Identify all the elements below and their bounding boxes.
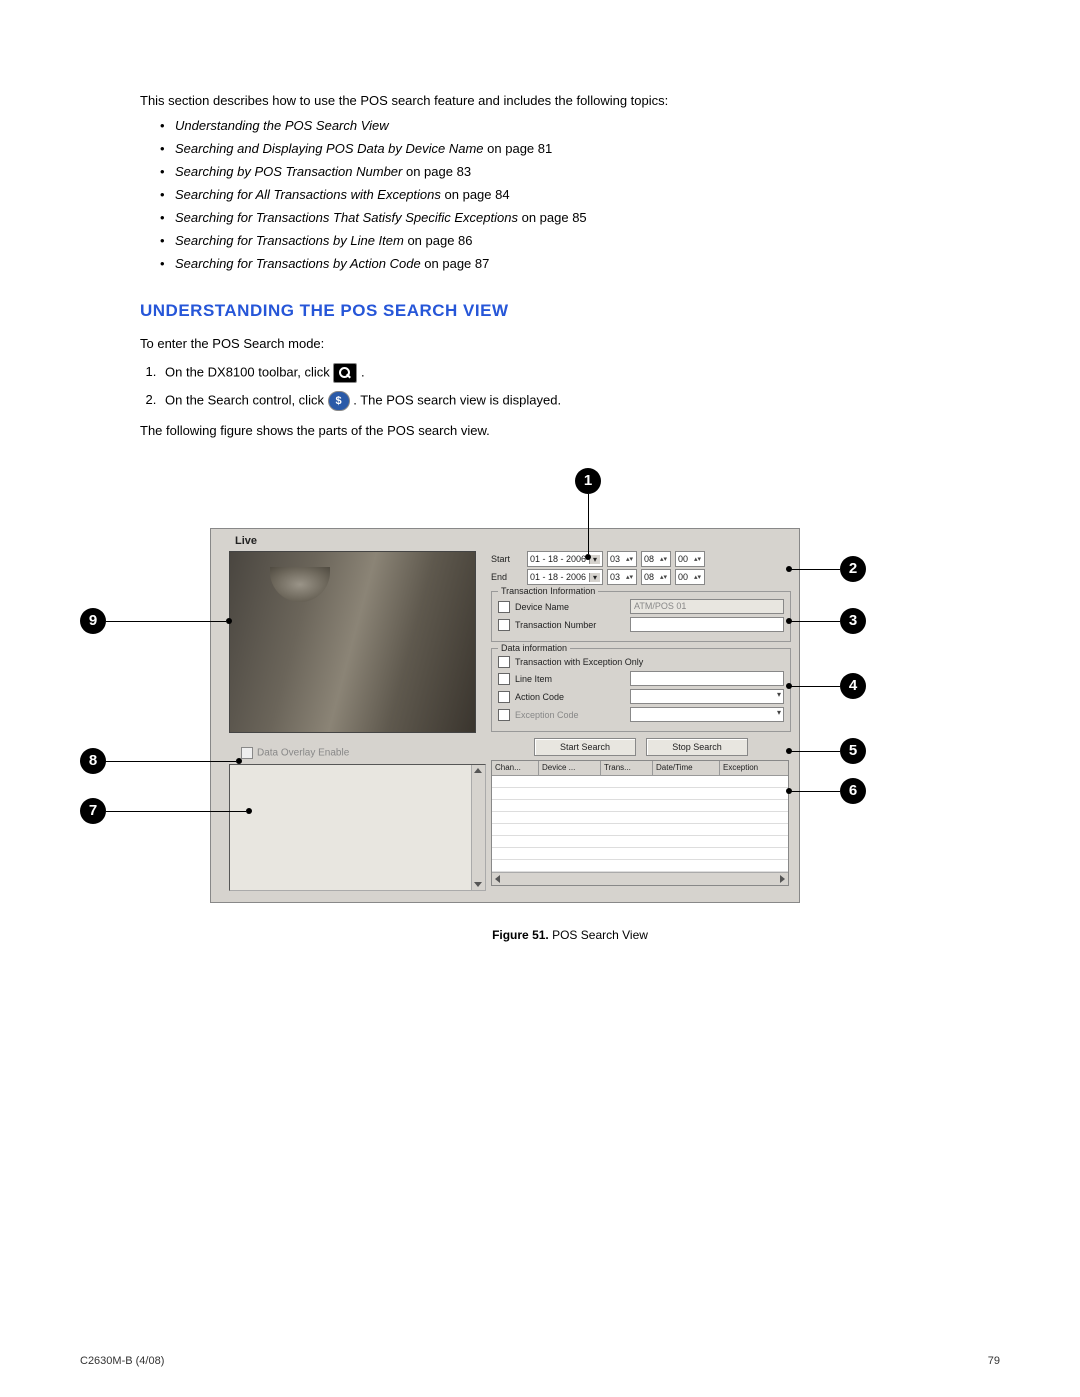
action-code-row: Action Code xyxy=(498,689,784,704)
footer-doc-id: C2630M-B (4/08) xyxy=(80,1355,164,1367)
callout-dot xyxy=(246,808,252,814)
callout-lead xyxy=(790,621,840,622)
action-code-dropdown[interactable] xyxy=(630,689,784,704)
topic-item: Searching for All Transactions with Exce… xyxy=(160,187,1000,202)
topic-item: Searching for Transactions by Action Cod… xyxy=(160,256,1000,271)
second-spinner[interactable]: 00▴▾ xyxy=(675,551,705,567)
callout-dot xyxy=(585,554,591,560)
callout-lead xyxy=(790,686,840,687)
transaction-number-checkbox[interactable] xyxy=(498,619,510,631)
callout-lead xyxy=(790,791,840,792)
section-heading: UNDERSTANDING THE POS SEARCH VIEW xyxy=(140,301,1000,321)
figure-pos-search-view: 9 8 7 1 2 3 4 5 6 Live xyxy=(70,468,940,908)
callout-9: 9 xyxy=(80,608,106,634)
action-code-checkbox[interactable] xyxy=(498,691,510,703)
exception-code-dropdown[interactable] xyxy=(630,707,784,722)
minute-spinner[interactable]: 08▴▾ xyxy=(641,569,671,585)
button-row: Start Search Stop Search xyxy=(491,738,791,756)
callout-4: 4 xyxy=(840,673,866,699)
results-table: Chan... Device ... Trans... Date/Time Ex… xyxy=(491,760,789,886)
callout-3: 3 xyxy=(840,608,866,634)
minute-spinner[interactable]: 08▴▾ xyxy=(641,551,671,567)
stop-search-button[interactable]: Stop Search xyxy=(646,738,748,756)
callout-dot xyxy=(786,566,792,572)
transaction-number-row: Transaction Number xyxy=(498,617,784,632)
col-device[interactable]: Device ... xyxy=(539,761,601,775)
text-pane xyxy=(229,764,486,891)
callout-dot xyxy=(786,748,792,754)
exception-code-row: Exception Code xyxy=(498,707,784,722)
app-window: Live Data Overlay Enable Start 01 - 18 -… xyxy=(210,528,800,903)
col-trans[interactable]: Trans... xyxy=(601,761,653,775)
topic-item: Understanding the POS Search View xyxy=(160,118,1000,133)
callout-6: 6 xyxy=(840,778,866,804)
topic-item: Searching by POS Transaction Number on p… xyxy=(160,164,1000,179)
device-name-field[interactable]: ATM/POS 01 xyxy=(630,599,784,614)
callout-lead xyxy=(106,811,246,812)
callout-5: 5 xyxy=(840,738,866,764)
checkbox-icon xyxy=(241,747,253,759)
step-1: On the DX8100 toolbar, click . xyxy=(160,363,1000,383)
exception-only-checkbox[interactable] xyxy=(498,656,510,668)
callout-7: 7 xyxy=(80,798,106,824)
figure-caption: Figure 51. POS Search View xyxy=(140,928,1000,942)
callout-dot xyxy=(226,618,232,624)
device-name-checkbox[interactable] xyxy=(498,601,510,613)
search-controls-panel: Start 01 - 18 - 2006▾ 03▴▾ 08▴▾ 00▴▾ End… xyxy=(491,549,791,886)
topic-item: Searching and Displaying POS Data by Dev… xyxy=(160,141,1000,156)
callout-8: 8 xyxy=(80,748,106,774)
line-item-field[interactable] xyxy=(630,671,784,686)
live-label: Live xyxy=(235,535,257,547)
start-date-row: Start 01 - 18 - 2006▾ 03▴▾ 08▴▾ 00▴▾ xyxy=(491,551,791,567)
end-date-field[interactable]: 01 - 18 - 2006▾ xyxy=(527,569,603,585)
topics-list: Understanding the POS Search View Search… xyxy=(160,118,1000,271)
callout-2: 2 xyxy=(840,556,866,582)
callout-dot xyxy=(786,683,792,689)
results-header: Chan... Device ... Trans... Date/Time Ex… xyxy=(492,761,788,776)
line-item-row: Line Item xyxy=(498,671,784,686)
callout-lead xyxy=(790,569,840,570)
scrollbar[interactable] xyxy=(471,765,485,890)
data-info-group: Data information Transaction with Except… xyxy=(491,648,791,732)
hour-spinner[interactable]: 03▴▾ xyxy=(607,569,637,585)
end-date-row: End 01 - 18 - 2006▾ 03▴▾ 08▴▾ 00▴▾ xyxy=(491,569,791,585)
callout-dot xyxy=(786,618,792,624)
second-spinner[interactable]: 00▴▾ xyxy=(675,569,705,585)
steps-list: On the DX8100 toolbar, click . On the Se… xyxy=(160,363,1000,411)
horizontal-scrollbar[interactable] xyxy=(492,872,788,885)
page-footer: C2630M-B (4/08) 79 xyxy=(80,1355,1000,1367)
transaction-info-group: Transaction Information Device Name ATM/… xyxy=(491,591,791,642)
intro-text: This section describes how to use the PO… xyxy=(140,93,1000,108)
col-datetime[interactable]: Date/Time xyxy=(653,761,720,775)
callout-dot xyxy=(236,758,242,764)
enter-line: To enter the POS Search mode: xyxy=(140,336,1000,351)
transaction-number-field[interactable] xyxy=(630,617,784,632)
video-pane xyxy=(229,551,476,733)
results-rows xyxy=(492,776,788,872)
search-icon xyxy=(333,363,357,383)
footer-page-number: 79 xyxy=(988,1355,1000,1367)
callout-lead xyxy=(106,761,236,762)
line-item-checkbox[interactable] xyxy=(498,673,510,685)
dollar-icon xyxy=(328,391,350,411)
data-overlay-enable-checkbox[interactable]: Data Overlay Enable xyxy=(241,747,349,759)
device-name-row: Device Name ATM/POS 01 xyxy=(498,599,784,614)
topic-item: Searching for Transactions That Satisfy … xyxy=(160,210,1000,225)
callout-lead xyxy=(790,751,840,752)
exception-only-row: Transaction with Exception Only xyxy=(498,656,784,668)
col-exception[interactable]: Exception xyxy=(720,761,788,775)
callout-1: 1 xyxy=(575,468,601,494)
callout-lead xyxy=(106,621,226,622)
callout-dot xyxy=(786,788,792,794)
col-channel[interactable]: Chan... xyxy=(492,761,539,775)
exception-code-checkbox[interactable] xyxy=(498,709,510,721)
topic-item: Searching for Transactions by Line Item … xyxy=(160,233,1000,248)
step-2: On the Search control, click . The POS s… xyxy=(160,391,1000,411)
hour-spinner[interactable]: 03▴▾ xyxy=(607,551,637,567)
callout-lead xyxy=(588,494,589,554)
start-search-button[interactable]: Start Search xyxy=(534,738,636,756)
follow-para: The following figure shows the parts of … xyxy=(140,423,1000,438)
start-date-field[interactable]: 01 - 18 - 2006▾ xyxy=(527,551,603,567)
document-page: This section describes how to use the PO… xyxy=(0,0,1080,1397)
